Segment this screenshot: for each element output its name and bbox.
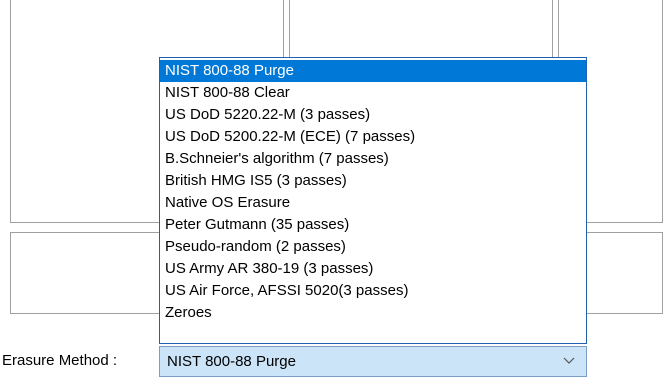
option-nist-800-88-purge[interactable]: NIST 800-88 Purge bbox=[160, 60, 586, 82]
erasure-method-label: Erasure Method : bbox=[2, 352, 118, 369]
option-nist-800-88-clear[interactable]: NIST 800-88 Clear bbox=[160, 82, 586, 104]
option-british-hmg-is5[interactable]: British HMG IS5 (3 passes) bbox=[160, 170, 586, 192]
option-us-dod-5220-22-m[interactable]: US DoD 5220.22-M (3 passes) bbox=[160, 104, 586, 126]
option-us-army-ar-380-19[interactable]: US Army AR 380-19 (3 passes) bbox=[160, 258, 586, 280]
erasure-method-combobox[interactable]: NIST 800-88 Purge bbox=[159, 346, 587, 377]
upper-panel-divider-left-b bbox=[289, 0, 290, 58]
option-zeroes[interactable]: Zeroes bbox=[160, 302, 586, 324]
option-us-dod-5200-22-m-ece[interactable]: US DoD 5200.22-M (ECE) (7 passes) bbox=[160, 126, 586, 148]
erasure-method-dropdown-list[interactable]: NIST 800-88 Purge NIST 800-88 Clear US D… bbox=[159, 57, 587, 344]
option-schneier-algorithm[interactable]: B.Schneier's algorithm (7 passes) bbox=[160, 148, 586, 170]
option-pseudo-random[interactable]: Pseudo-random (2 passes) bbox=[160, 236, 586, 258]
chevron-down-icon[interactable] bbox=[562, 354, 576, 368]
upper-panel-divider-right-a bbox=[552, 0, 553, 58]
option-us-air-force-afssi-5020[interactable]: US Air Force, AFSSI 5020(3 passes) bbox=[160, 280, 586, 302]
erasure-method-selected-value: NIST 800-88 Purge bbox=[167, 353, 296, 370]
upper-panel-divider-right-b bbox=[558, 0, 559, 58]
option-peter-gutmann[interactable]: Peter Gutmann (35 passes) bbox=[160, 214, 586, 236]
option-native-os-erasure[interactable]: Native OS Erasure bbox=[160, 192, 586, 214]
upper-panel-divider-left-a bbox=[283, 0, 284, 58]
